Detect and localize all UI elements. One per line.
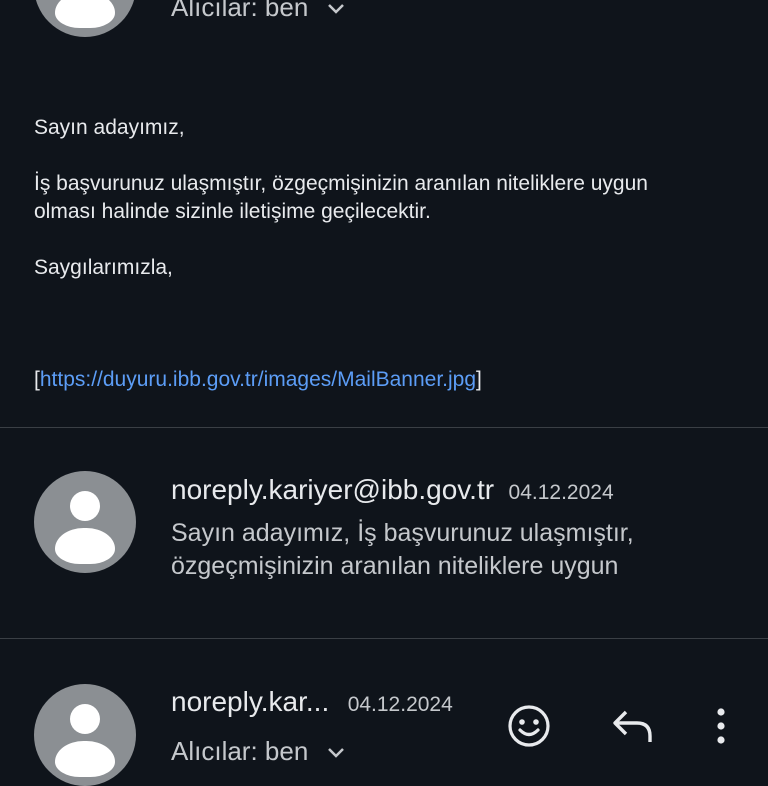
reply-icon[interactable]	[610, 706, 656, 746]
recipients-row[interactable]: Alıcılar: ben	[171, 736, 346, 767]
bracket-close: ]	[476, 368, 482, 391]
banner-link[interactable]: https://duyuru.ibb.gov.tr/images/MailBan…	[40, 368, 476, 391]
avatar-head-shape	[70, 491, 100, 521]
snippet-line-1: Sayın adayımız, İş başvurunuz ulaşmıştır…	[171, 519, 634, 547]
chevron-down-icon	[327, 4, 344, 14]
body-greeting: Sayın adayımız,	[34, 116, 185, 139]
banner-link-row: [https://duyuru.ibb.gov.tr/images/MailBa…	[34, 366, 754, 394]
body-closing: Saygılarımızla,	[34, 256, 173, 279]
message-divider	[0, 638, 768, 639]
avatar-body-shape	[55, 528, 115, 564]
message-snippet[interactable]: Sayın adayımız, İş başvurunuz ulaşmıştır…	[171, 517, 761, 583]
sender-address: noreply.kariyer@ibb.gov.tr	[171, 474, 495, 505]
bottom-message-header[interactable]: noreply.kar... 04.12.2024	[171, 686, 453, 718]
avatar-body-shape	[55, 0, 115, 28]
message-divider	[0, 427, 768, 428]
sender-address: noreply.kar...	[171, 686, 330, 717]
more-vert-icon[interactable]	[708, 706, 734, 746]
body-line-2: olması halinde sizinle iletişime geçilec…	[34, 200, 431, 223]
sender-avatar[interactable]	[34, 471, 136, 573]
message-date: 04.12.2024	[508, 481, 614, 504]
recipients-row[interactable]: Alıcılar: ben	[171, 0, 346, 23]
body-line-1: İş başvurunuz ulaşmıştır, özgeçmişinizin…	[34, 172, 648, 195]
sender-avatar[interactable]	[34, 684, 136, 786]
recipients-label: Alıcılar: ben	[171, 736, 309, 766]
snippet-line-2: özgeçmişinizin aranılan niteliklere uygu…	[171, 552, 619, 580]
avatar-head-shape	[70, 704, 100, 734]
emoji-reaction-icon[interactable]	[506, 703, 552, 749]
avatar-body-shape	[55, 741, 115, 777]
message-body: Sayın adayımız, İş başvurunuz ulaşmıştır…	[34, 114, 754, 394]
message-date: 04.12.2024	[347, 693, 453, 716]
chevron-down-icon	[327, 748, 344, 758]
collapsed-message-header[interactable]: noreply.kariyer@ibb.gov.tr 04.12.2024	[171, 474, 614, 506]
recipients-label: Alıcılar: ben	[171, 0, 309, 22]
sender-avatar[interactable]	[34, 0, 136, 37]
